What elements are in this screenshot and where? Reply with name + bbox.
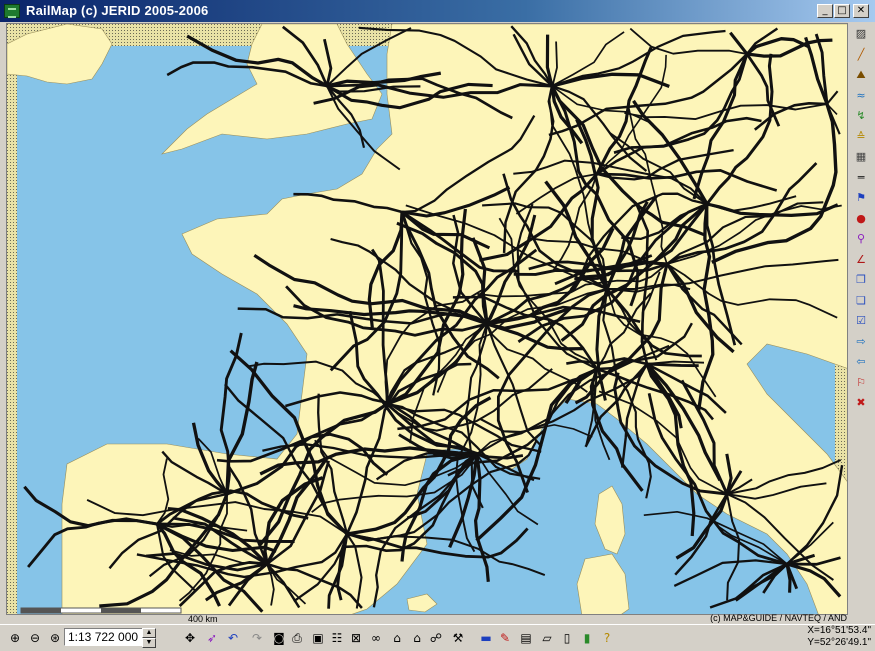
- undo-icon[interactable]: ↶: [224, 629, 242, 647]
- train-icon[interactable]: ▬: [477, 629, 495, 647]
- pencil-icon[interactable]: ✎: [496, 629, 514, 647]
- delete-icon[interactable]: ✖: [853, 395, 869, 411]
- zoom-out-icon[interactable]: ⊖: [26, 629, 44, 647]
- tool-icon[interactable]: ⚒: [449, 629, 467, 647]
- clear-icon[interactable]: ⊠: [347, 629, 365, 647]
- map-canvas[interactable]: [6, 23, 848, 615]
- flag-icon[interactable]: ⚑: [853, 190, 869, 206]
- point-icon[interactable]: ●: [853, 211, 869, 227]
- station-icon[interactable]: ▦: [853, 149, 869, 165]
- title-bar: RailMap (c) JERID 2005-2006 _ □ ✕: [0, 0, 875, 22]
- check-icon[interactable]: ☑: [853, 313, 869, 329]
- coord-y: Y=52°26'49.1": [807, 637, 871, 648]
- scale-spinner[interactable]: ▲ ▼: [142, 628, 156, 648]
- copy-icon[interactable]: ❐: [853, 272, 869, 288]
- draw-icon[interactable]: ∠: [853, 252, 869, 268]
- print-icon[interactable]: ⎙: [288, 629, 306, 647]
- river-icon[interactable]: ≈: [853, 88, 869, 104]
- save-icon[interactable]: ▣: [309, 629, 327, 647]
- map-svg[interactable]: [7, 24, 848, 615]
- spin-up-icon[interactable]: ▲: [142, 628, 156, 638]
- close-button[interactable]: ✕: [853, 4, 869, 18]
- flags-icon[interactable]: ⚐: [853, 375, 869, 391]
- line-icon[interactable]: ═: [853, 170, 869, 186]
- town-icon[interactable]: ⌂: [388, 629, 406, 647]
- route-icon[interactable]: ↯: [853, 108, 869, 124]
- camera-icon[interactable]: ◙: [270, 629, 288, 647]
- paste-icon[interactable]: ❏: [853, 293, 869, 309]
- import-icon[interactable]: ⇦: [853, 354, 869, 370]
- measure-icon[interactable]: ╱: [853, 47, 869, 63]
- window-title: RailMap (c) JERID 2005-2006: [26, 3, 209, 18]
- unmapped-area-left: [7, 24, 17, 614]
- profile-icon[interactable]: ⛰: [853, 67, 869, 83]
- layers-icon[interactable]: ▨: [853, 26, 869, 42]
- coord-x: X=16°51'53.4": [807, 625, 871, 636]
- spin-down-icon[interactable]: ▼: [142, 638, 156, 648]
- properties-icon[interactable]: ☷: [328, 629, 346, 647]
- track-icon[interactable]: ≙: [853, 129, 869, 145]
- minimize-button[interactable]: _: [817, 4, 833, 18]
- pin-icon[interactable]: ⚲: [853, 231, 869, 247]
- scale-bar: [20, 607, 182, 614]
- find-icon[interactable]: ∞: [367, 629, 385, 647]
- help-icon[interactable]: ?: [598, 629, 616, 647]
- zoom-fit-icon[interactable]: ⊛: [46, 629, 64, 647]
- pan-icon[interactable]: ✥: [181, 629, 199, 647]
- maximize-button[interactable]: □: [834, 4, 850, 18]
- app-icon[interactable]: [4, 4, 20, 18]
- export-icon[interactable]: ⇨: [853, 334, 869, 350]
- map-copyright: (c) MAP&GUIDE / NAVTEQ / AND: [710, 613, 847, 623]
- table-icon[interactable]: ▤: [517, 629, 535, 647]
- select-icon[interactable]: ➶: [203, 629, 221, 647]
- network-icon[interactable]: ☍: [427, 629, 445, 647]
- towns-icon[interactable]: ⌂: [408, 629, 426, 647]
- report-icon[interactable]: ▮: [578, 629, 596, 647]
- zoom-in-icon[interactable]: ⊕: [6, 629, 24, 647]
- open-icon[interactable]: ▱: [538, 629, 556, 647]
- redo-icon[interactable]: ↷: [248, 629, 266, 647]
- doc-icon[interactable]: ▯: [558, 629, 576, 647]
- right-toolbar: ▨ ╱ ⛰ ≈ ↯ ≙ ▦ ═ ⚑ ● ⚲ ∠ ❐ ❏ ☑ ⇨ ⇦ ⚐ ✖: [851, 24, 873, 414]
- scale-bar-label: 400 km: [188, 614, 218, 624]
- coordinate-readout: X=16°51'53.4" Y=52°26'49.1": [807, 625, 871, 649]
